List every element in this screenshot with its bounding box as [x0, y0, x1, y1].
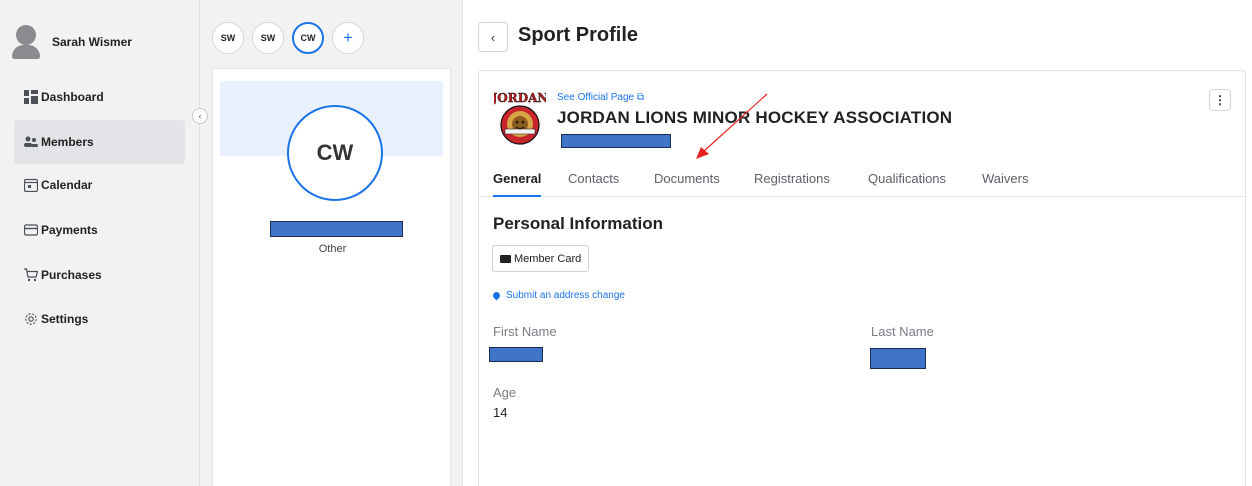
member-chip[interactable]: SW: [212, 22, 244, 54]
sidebar-item-dashboard[interactable]: Dashboard: [14, 75, 185, 119]
gear-icon: [24, 312, 38, 326]
tab-documents[interactable]: Documents: [654, 171, 720, 195]
first-name-label: First Name: [493, 324, 557, 339]
chevron-left-icon: ‹: [198, 111, 202, 121]
member-panel: SW SW CW + CW Other: [200, 0, 463, 486]
age-value: 14: [493, 405, 508, 420]
payment-card-icon: [23, 223, 39, 237]
sidebar-item-label: Purchases: [41, 268, 102, 282]
redacted-organization-id: [561, 134, 671, 148]
member-chip[interactable]: SW: [252, 22, 284, 54]
sidebar-item-label: Members: [41, 135, 94, 149]
tab-qualifications[interactable]: Qualifications: [868, 171, 946, 195]
sidebar-item-purchases[interactable]: Purchases: [14, 253, 185, 297]
member-chip-selected[interactable]: CW: [292, 22, 324, 54]
sidebar-item-label: Dashboard: [41, 90, 104, 104]
sidebar-item-payments[interactable]: Payments: [14, 208, 185, 252]
tab-general[interactable]: General: [493, 171, 542, 197]
member-type: Other: [318, 243, 347, 255]
sidebar-item-label: Settings: [41, 312, 89, 326]
member-card-label: Member Card: [514, 252, 582, 265]
profile-tabs: General Contacts Documents Registrations…: [479, 164, 1245, 197]
member-card-button[interactable]: Member Card: [492, 245, 590, 272]
member-avatar: CW: [287, 105, 383, 201]
redacted-member-name: [270, 221, 403, 237]
page-title: Sport Profile: [518, 24, 639, 46]
add-member-button[interactable]: +: [332, 22, 364, 54]
kebab-menu-icon: ⋮: [1214, 93, 1226, 107]
svg-text:JORDAN: JORDAN: [494, 91, 546, 105]
tab-registrations[interactable]: Registrations: [754, 171, 830, 195]
last-name-label: Last Name: [871, 324, 934, 339]
tab-waivers[interactable]: Waivers: [982, 171, 1028, 195]
tab-contacts[interactable]: Contacts: [568, 171, 619, 195]
calendar-icon: [23, 178, 39, 193]
back-button[interactable]: ‹: [478, 22, 508, 52]
organization-logo: JORDAN: [490, 89, 549, 147]
sidebar-collapse-button[interactable]: ‹: [192, 108, 208, 124]
section-title: Personal Information: [493, 214, 664, 233]
plus-icon: +: [343, 28, 353, 47]
address-change-label: Submit an address change: [506, 290, 625, 301]
sidebar-item-members[interactable]: Members: [14, 120, 185, 164]
members-icon: [24, 135, 38, 149]
id-card-icon: [500, 254, 511, 263]
sidebar: Sarah Wismer Dashboard Members Calendar …: [0, 0, 200, 486]
organization-name: JORDAN LIONS MINOR HOCKEY ASSOCIATION: [557, 108, 953, 127]
cart-icon: [24, 268, 39, 282]
sport-profile-card: JORDAN See Official Page ⧉ JORDAN LIONS …: [478, 70, 1246, 486]
member-card: CW Other: [212, 68, 451, 486]
age-label: Age: [493, 385, 517, 400]
more-options-button[interactable]: ⋮: [1209, 89, 1231, 111]
sidebar-item-label: Payments: [41, 223, 98, 237]
location-pin-icon: [491, 290, 502, 301]
user-avatar-icon: [12, 25, 40, 59]
address-change-link[interactable]: Submit an address change: [491, 290, 625, 301]
redacted-first-name: [489, 347, 543, 362]
sidebar-item-label: Calendar: [41, 178, 93, 192]
user-name: Sarah Wismer: [52, 35, 132, 49]
sidebar-item-settings[interactable]: Settings: [14, 297, 185, 341]
chevron-left-icon: ‹: [490, 29, 496, 45]
sidebar-item-calendar[interactable]: Calendar: [14, 163, 185, 207]
redacted-last-name: [870, 348, 926, 369]
dashboard-icon: [24, 90, 38, 104]
official-page-link[interactable]: See Official Page ⧉: [557, 92, 644, 103]
user-profile[interactable]: Sarah Wismer: [12, 22, 132, 62]
